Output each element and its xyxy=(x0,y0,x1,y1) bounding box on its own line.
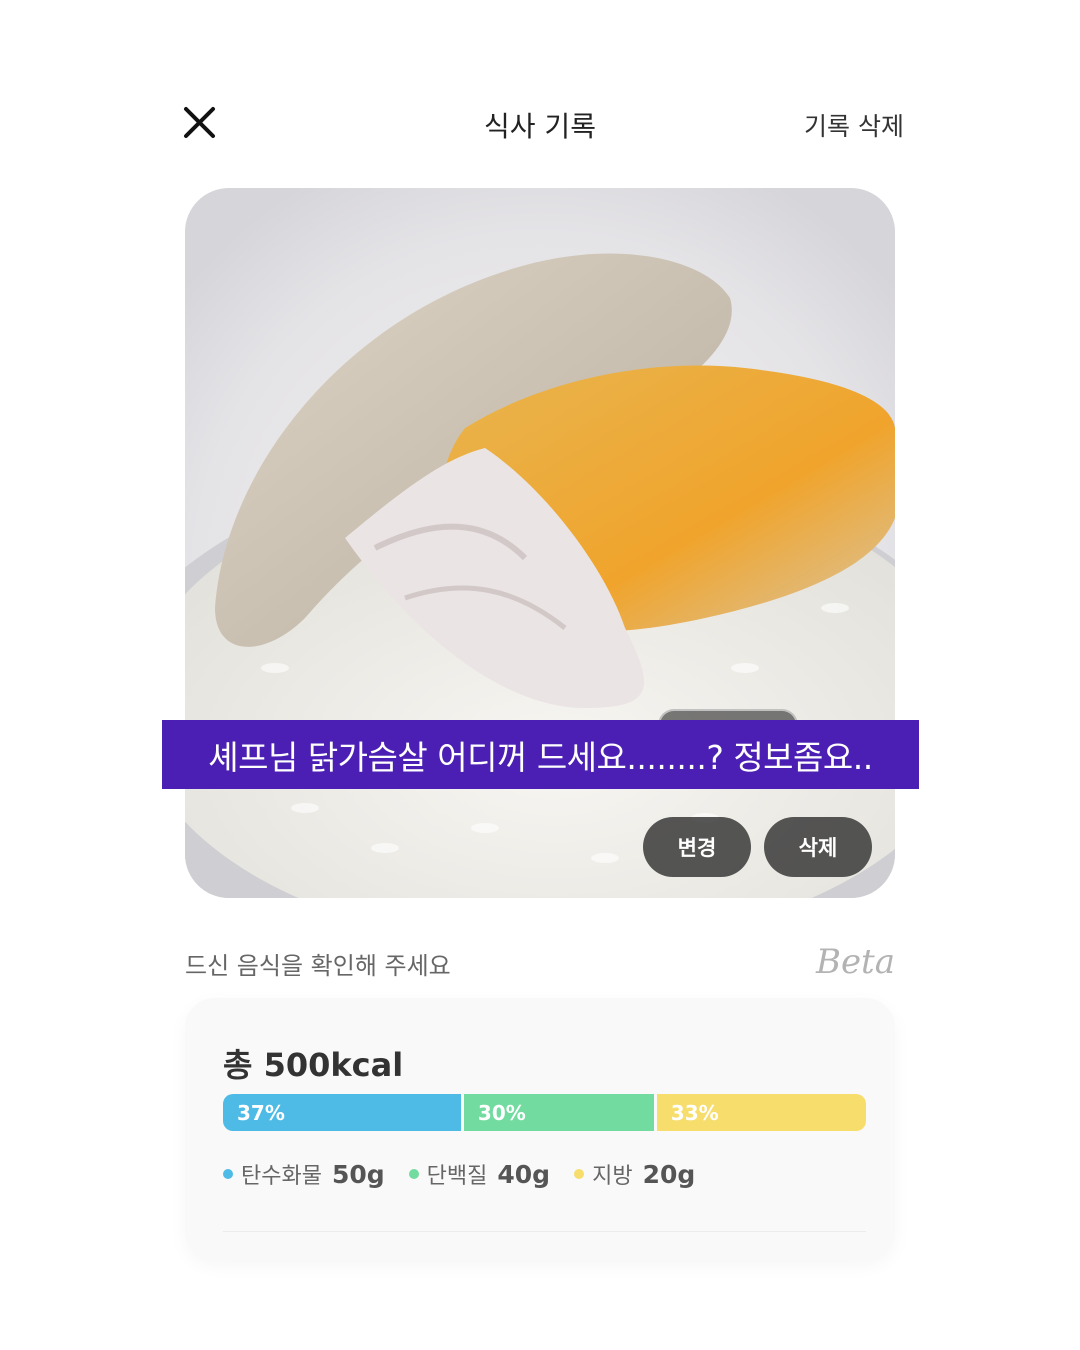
meal-photo-image xyxy=(185,188,895,898)
nutrition-card: 총 500kcal 37% 30% 33% 탄수화물 50g 단백질 40g 지… xyxy=(185,998,895,1260)
protein-segment: 30% xyxy=(460,1094,654,1131)
total-calories: 총 500kcal xyxy=(223,1046,404,1084)
fat-dot-icon xyxy=(574,1169,585,1179)
page-title: 식사 기록 xyxy=(484,110,596,143)
beta-badge: Beta xyxy=(815,942,895,982)
legend-carbs-value: 50g xyxy=(331,1159,385,1189)
legend-fat: 지방 20g xyxy=(574,1158,695,1190)
carbs-dot-icon xyxy=(223,1169,233,1179)
legend-protein-name: 단백질 xyxy=(426,1164,488,1189)
macro-ratio-bar: 37% 30% 33% xyxy=(223,1094,866,1131)
legend-protein: 단백질 40g xyxy=(408,1158,551,1190)
divider xyxy=(223,1231,866,1232)
delete-record-button[interactable]: 기록 삭제 xyxy=(804,107,904,143)
legend-fat-value: 20g xyxy=(642,1159,696,1189)
legend-carbs-name: 탄수화물 xyxy=(241,1164,322,1189)
legend-protein-value: 40g xyxy=(497,1159,551,1189)
delete-food-button[interactable]: 삭제 xyxy=(764,817,872,877)
header-bar: 식사 기록 기록 삭제 xyxy=(0,95,1080,155)
change-food-button[interactable]: 변경 xyxy=(643,817,751,877)
carbs-segment: 37% xyxy=(223,1094,461,1131)
macro-legend: 탄수화물 50g 단백질 40g 지방 20g xyxy=(223,1158,719,1190)
confirm-food-prompt: 드신 음식을 확인해 주세요 xyxy=(185,952,451,980)
legend-carbs: 탄수화물 50g xyxy=(223,1158,385,1190)
protein-dot-icon xyxy=(408,1169,419,1179)
meal-photo[interactable]: 치킨 라이스 xyxy=(185,188,895,898)
fat-segment: 33% xyxy=(653,1094,866,1131)
caption-banner: 셰프님 닭가슴살 어디꺼 드세요........? 정보좀요.. xyxy=(162,720,919,789)
legend-fat-name: 지방 xyxy=(592,1164,633,1189)
